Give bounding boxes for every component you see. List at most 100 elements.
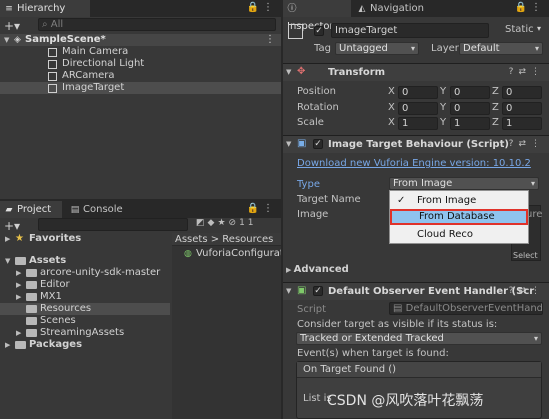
project-tree: ▶ ★ Favorites ▼ Assets ▶ arcore-unity-sd… xyxy=(0,233,170,419)
component-controls[interactable]: ?⇄⋮ xyxy=(509,286,545,296)
hierarchy-item[interactable]: Directional Light xyxy=(0,58,281,70)
tab-console[interactable]: ▤ Console xyxy=(66,201,130,218)
hierarchy-item-selected[interactable]: ImageTarget xyxy=(0,82,281,94)
component-controls[interactable]: ?⇄⋮ xyxy=(509,67,545,77)
hierarchy-tabbar: ≡ Hierarchy 🔒⋮ xyxy=(0,0,281,17)
folder-item[interactable]: Scenes xyxy=(0,315,170,327)
rotation-x-field[interactable]: 0 xyxy=(398,102,438,115)
lock-icon[interactable]: 🔒 xyxy=(515,2,531,13)
hidden-count: 11 xyxy=(239,218,257,228)
favorites-row[interactable]: ▶ ★ Favorites xyxy=(0,233,170,245)
folder-item[interactable]: ▶ Editor xyxy=(0,279,170,291)
gameobject-icon xyxy=(48,48,57,57)
filter-type-icon[interactable]: ◩ xyxy=(196,218,208,228)
help-icon[interactable]: ? xyxy=(509,139,519,149)
folder-item[interactable]: ▶ MX1 xyxy=(0,291,170,303)
folder-icon xyxy=(26,317,37,325)
gameobject-icon xyxy=(48,60,57,69)
image-target-header[interactable]: ▼ ▣ ✓ Image Target Behaviour (Script) ?⇄… xyxy=(283,135,549,153)
folder-icon xyxy=(15,257,26,265)
inspector-tab-controls[interactable]: 🔒⋮ xyxy=(515,2,545,13)
scale-x-field[interactable]: 1 xyxy=(398,117,438,130)
preset-icon[interactable]: ⇄ xyxy=(518,67,531,77)
object-name-field[interactable]: ImageTarget xyxy=(331,23,489,38)
script-file-icon: ▤ xyxy=(393,303,406,314)
project-panel: ▰ Project ▤ Console 🔒⋮ +▾ ◩◆★⊘11 ▶ ★ Favor… xyxy=(0,201,281,419)
folder-item[interactable]: ▶ arcore-unity-sdk-master xyxy=(0,267,170,279)
advanced-foldout[interactable]: ▶ Advanced xyxy=(286,264,349,275)
lock-icon[interactable]: 🔒 xyxy=(247,203,263,214)
help-icon[interactable]: ? xyxy=(509,67,519,77)
scale-y-field[interactable]: 1 xyxy=(450,117,490,130)
folder-item-selected[interactable]: Resources xyxy=(0,303,170,315)
more-icon[interactable]: ⋮ xyxy=(531,286,545,296)
scale-z-field[interactable]: 1 xyxy=(502,117,542,130)
breadcrumb-assets[interactable]: Assets xyxy=(175,234,208,245)
option-from-image[interactable]: ✓ From Image xyxy=(390,193,528,209)
component-enabled-checkbox[interactable]: ✓ xyxy=(313,139,323,149)
asset-file[interactable]: ◍ VuforiaConfiguration xyxy=(172,248,281,260)
collapsed-icon: ▶ xyxy=(16,281,22,289)
project-toolbar-icons[interactable]: ◩◆★⊘11 xyxy=(196,218,257,228)
more-icon[interactable]: ⋮ xyxy=(263,2,277,13)
help-icon[interactable]: ? xyxy=(509,286,519,296)
add-button[interactable]: +▾ xyxy=(4,19,20,33)
more-icon[interactable]: ⋮ xyxy=(531,2,545,13)
tab-inspector[interactable]: ⓘInspector xyxy=(283,0,351,32)
component-enabled-checkbox[interactable]: ✓ xyxy=(313,286,323,296)
tab-hierarchy[interactable]: ≡ Hierarchy xyxy=(0,0,90,17)
more-icon[interactable]: ⋮ xyxy=(263,203,277,214)
option-cloud-reco[interactable]: Cloud Reco xyxy=(390,227,528,243)
consider-text: Consider target as visible if its status… xyxy=(297,319,498,330)
select-button[interactable]: Select xyxy=(513,251,538,260)
more-icon[interactable]: ⋮ xyxy=(531,139,545,149)
hierarchy-tab-controls[interactable]: 🔒⋮ xyxy=(247,2,277,13)
position-z-field[interactable]: 0 xyxy=(502,86,542,99)
hierarchy-item[interactable]: Main Camera xyxy=(0,46,281,58)
collapsed-icon: ▶ xyxy=(5,235,11,243)
transform-header[interactable]: ▼ ✥ Transform ?⇄⋮ xyxy=(283,63,549,81)
status-dropdown[interactable]: Tracked or Extended Tracked ▾ xyxy=(296,332,542,345)
option-from-database[interactable]: From Database xyxy=(390,209,528,225)
preset-icon[interactable]: ⇄ xyxy=(518,286,531,296)
gameobject-icon xyxy=(48,84,57,93)
create-button[interactable]: +▾ xyxy=(4,219,20,233)
position-y-field[interactable]: 0 xyxy=(450,86,490,99)
position-x-field[interactable]: 0 xyxy=(398,86,438,99)
layer-dropdown[interactable]: Default ▾ xyxy=(459,42,543,55)
breadcrumb-resources[interactable]: Resources xyxy=(222,234,273,245)
breadcrumb: Assets > Resources xyxy=(172,233,281,246)
more-icon[interactable]: ⋮ xyxy=(531,67,545,77)
project-tab-controls[interactable]: 🔒⋮ xyxy=(247,203,277,214)
star-icon[interactable]: ★ xyxy=(217,218,228,228)
target-name-label: Target Name xyxy=(297,194,361,205)
folder-item[interactable]: ▶ StreamingAssets xyxy=(0,327,170,339)
assets-row[interactable]: ▼ Assets xyxy=(0,255,170,267)
observer-header[interactable]: ▼ ▣ ✓ Default Observer Event Handler (Sc… xyxy=(283,282,549,300)
rotation-y-field[interactable]: 0 xyxy=(450,102,490,115)
navigation-icon: ◭ xyxy=(358,4,366,14)
lock-icon[interactable]: 🔒 xyxy=(247,2,263,13)
tab-project[interactable]: ▰ Project xyxy=(0,201,62,218)
script-icon: ▣ xyxy=(297,285,307,296)
component-controls[interactable]: ?⇄⋮ xyxy=(509,139,545,149)
collapsed-icon: ▶ xyxy=(16,329,22,337)
filter-label-icon[interactable]: ◆ xyxy=(208,218,218,228)
hierarchy-search-input[interactable]: ⌕ All xyxy=(38,18,276,31)
active-checkbox[interactable]: ✓ xyxy=(314,26,324,36)
hierarchy-item[interactable]: ARCamera xyxy=(0,70,281,82)
scene-more-icon[interactable]: ⋮ xyxy=(265,34,275,46)
eye-off-icon[interactable]: ⊘ xyxy=(229,218,240,228)
tag-dropdown[interactable]: Untagged ▾ xyxy=(335,42,419,55)
type-dropdown[interactable]: From Image ▾ xyxy=(389,177,539,190)
preset-icon[interactable]: ⇄ xyxy=(518,139,531,149)
static-dropdown-icon[interactable]: ▾ xyxy=(537,24,541,33)
script-field: ▤ DefaultObserverEventHandle xyxy=(389,302,543,315)
scene-row[interactable]: ▼ ◈ SampleScene* ⋮ xyxy=(0,34,281,46)
download-link[interactable]: Download new Vuforia Engine version: 10.… xyxy=(297,158,531,169)
tab-navigation[interactable]: ◭ Navigation xyxy=(353,0,433,17)
rotation-z-field[interactable]: 0 xyxy=(502,102,542,115)
star-icon: ★ xyxy=(15,233,24,244)
project-search-input[interactable] xyxy=(38,218,188,231)
packages-row[interactable]: ▶ Packages xyxy=(0,339,170,351)
